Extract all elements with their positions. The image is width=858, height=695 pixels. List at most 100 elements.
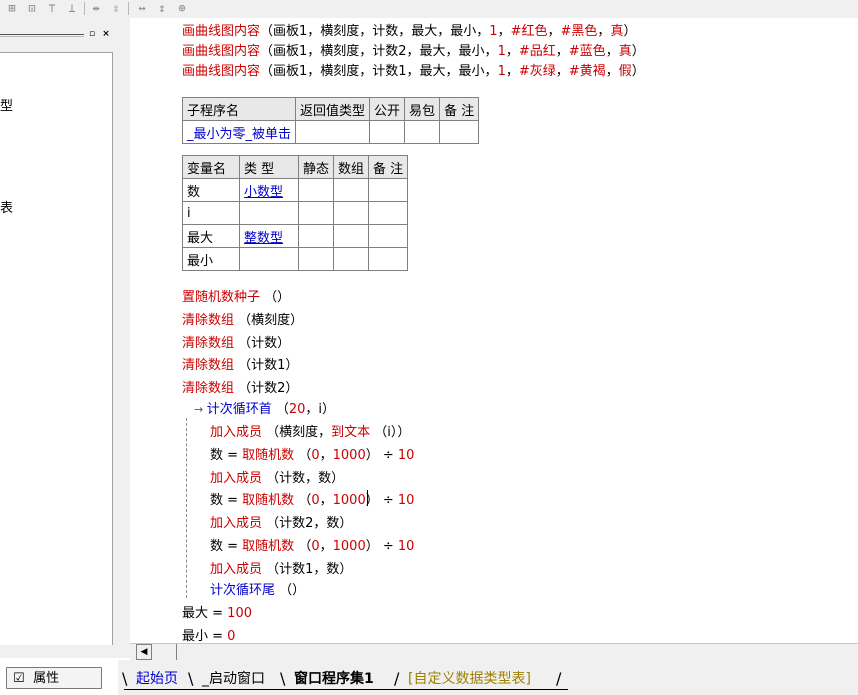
align-top-icon[interactable]: ⊤	[44, 1, 60, 15]
table-header-cell: 变量名	[182, 155, 240, 179]
horizontal-scrollbar[interactable]: ◀	[130, 643, 858, 661]
code-token: 加入成员	[210, 561, 263, 577]
table-cell[interactable]: _最小为零_被单击	[181, 120, 297, 144]
scroll-left-button[interactable]: ◀	[136, 644, 152, 660]
code-token: ） ÷	[365, 493, 398, 509]
code-line[interactable]: 最大 = 100	[182, 604, 252, 624]
table-header-cell: 公开	[369, 97, 406, 121]
code-token: 20	[288, 402, 306, 417]
code-token: 10	[397, 493, 415, 509]
code-token: （计数2）	[234, 381, 299, 397]
table-cell[interactable]	[439, 120, 480, 144]
table-cell[interactable]: 整数型	[239, 224, 299, 248]
table-cell[interactable]	[368, 224, 409, 248]
same-size-icon[interactable]: ⊕	[174, 1, 190, 15]
table-cell[interactable]	[368, 247, 409, 271]
table-cell[interactable]	[333, 201, 370, 225]
code-token: ，	[505, 44, 519, 59]
loop-tail-line[interactable]: 计次循环尾 （）	[210, 581, 305, 601]
variable-table[interactable]: 变量名类 型静态 数组备 注数小数型 i 最大 整数型 最小	[182, 155, 409, 271]
code-line[interactable]: 清除数组 （计数1）	[182, 356, 298, 376]
space-vertical-icon[interactable]: ⇳	[108, 1, 124, 15]
table-cell[interactable]: i	[182, 201, 240, 225]
table-row[interactable]: 数小数型	[182, 178, 409, 202]
tree-item-fragment[interactable]: 表	[0, 197, 13, 216]
table-header-cell: 静态	[297, 155, 335, 179]
code-line[interactable]: 加入成员 （计数1，数）	[210, 560, 352, 580]
tree-item-fragment[interactable]: 型	[0, 95, 13, 114]
same-height-icon[interactable]: ↕	[154, 1, 170, 15]
tab-custom-types[interactable]: [自定义数据类型表]	[404, 668, 535, 690]
code-line[interactable]: 清除数组 （计数）	[182, 334, 290, 354]
panel-restore-icon[interactable]: ▫	[86, 28, 98, 40]
align-bottom-icon[interactable]: ⊥	[64, 1, 80, 15]
code-line[interactable]: 数 = 取随机数 （0，1000） ÷ 10	[210, 446, 414, 466]
tab-startup-window[interactable]: _启动窗口	[198, 668, 269, 690]
table-header-cell: 易包	[404, 97, 441, 121]
code-line[interactable]: 清除数组 （横刻度）	[182, 311, 303, 331]
table-cell[interactable]	[333, 247, 370, 271]
table-cell[interactable]	[297, 201, 335, 225]
code-token: 1000	[332, 493, 366, 509]
table-cell[interactable]: 最小	[182, 247, 240, 271]
loop-guide-line	[186, 418, 188, 598]
code-token: （计数1）	[234, 358, 299, 374]
code-line[interactable]: 画曲线图内容（画板1，横刻度，计数1，最大，最小，1，#灰绿，#黄褐，假）	[182, 62, 645, 82]
code-token: （	[294, 493, 312, 509]
table-cell[interactable]	[239, 247, 299, 271]
code-token: 10	[397, 539, 415, 554]
code-editor[interactable]: 画曲线图内容（画板1，横刻度，计数，最大，最小，1，#红色，#黑色，真） 画曲线图…	[130, 18, 858, 644]
table-cell[interactable]	[368, 201, 409, 225]
table-cell[interactable]	[333, 224, 370, 248]
panel-titlebar: ▫ ×	[0, 27, 118, 43]
code-token: 数 =	[210, 539, 243, 554]
code-token: 加入成员	[210, 470, 263, 486]
code-token: ，	[505, 64, 519, 79]
panel-close-icon[interactable]: ×	[100, 28, 112, 40]
code-token: ，	[555, 64, 569, 79]
table-cell[interactable]	[297, 224, 335, 248]
table-row[interactable]: i	[182, 201, 409, 225]
table-cell[interactable]	[333, 178, 370, 202]
table-cell[interactable]	[368, 178, 409, 202]
align-left-icon[interactable]: ⊞	[4, 1, 20, 15]
panel-tree[interactable]: 型 表	[0, 52, 113, 645]
subroutine-table[interactable]: 子程序名 返回值类型 公开 易包备 注 _最小为零_被单击	[181, 97, 480, 144]
table-row[interactable]: 最大 整数型	[182, 224, 409, 248]
code-token: （计数）	[234, 335, 291, 351]
table-cell[interactable]: 小数型	[239, 178, 299, 202]
table-cell[interactable]: 数	[182, 178, 240, 202]
table-row[interactable]: 最小	[182, 247, 409, 271]
table-cell[interactable]	[297, 247, 335, 271]
code-line[interactable]: 数 = 取随机数 （0，1000） ÷ 10	[210, 537, 414, 557]
table-cell[interactable]: 最大	[182, 224, 240, 248]
tab-start-page[interactable]: 起始页	[132, 668, 182, 690]
code-token: 取随机数	[242, 539, 295, 554]
code-token: 清除数组	[182, 335, 235, 351]
code-line[interactable]: 画曲线图内容（画板1，横刻度，计数2，最大，最小，1，#品红，#蓝色，真）	[182, 42, 645, 62]
code-token: （画板1，横刻度，计数，最大，最小，	[260, 24, 490, 39]
loop-head-line[interactable]: → 计次循环首 （20，i）	[194, 400, 335, 420]
table-cell[interactable]	[404, 120, 441, 144]
table-cell[interactable]	[297, 178, 335, 202]
code-line[interactable]: 画曲线图内容（画板1，横刻度，计数，最大，最小，1，#红色，#黑色，真）	[182, 22, 636, 42]
properties-tab-label: 属性	[33, 671, 60, 686]
tab-window-assembly[interactable]: 窗口程序集1	[290, 668, 378, 690]
code-line[interactable]: 数 = 取随机数 （0，1000） ÷ 10	[210, 491, 414, 511]
code-gutter[interactable]: ↓	[118, 18, 145, 658]
space-horizontal-icon[interactable]: ⇹	[88, 1, 104, 15]
tab-divider: \	[188, 669, 194, 688]
table-cell[interactable]	[295, 120, 371, 144]
same-width-icon[interactable]: ↔	[134, 1, 150, 15]
code-line[interactable]: 置随机数种子 （）	[182, 288, 290, 308]
code-line[interactable]: 加入成员 （计数2，数）	[210, 514, 352, 534]
table-cell[interactable]	[239, 201, 299, 225]
scroll-track[interactable]	[156, 644, 177, 660]
properties-tab[interactable]: ☑ 属性	[6, 667, 102, 689]
align-center-icon[interactable]: ⊡	[24, 1, 40, 15]
code-line[interactable]: 加入成员 （横刻度，到文本 （i））	[210, 423, 410, 443]
code-line[interactable]: 清除数组 （计数2）	[182, 379, 298, 399]
table-cell[interactable]	[369, 120, 406, 144]
code-token: （画板1，横刻度，计数2，最大，最小，	[260, 44, 498, 59]
code-line[interactable]: 加入成员 （计数，数）	[210, 469, 344, 489]
